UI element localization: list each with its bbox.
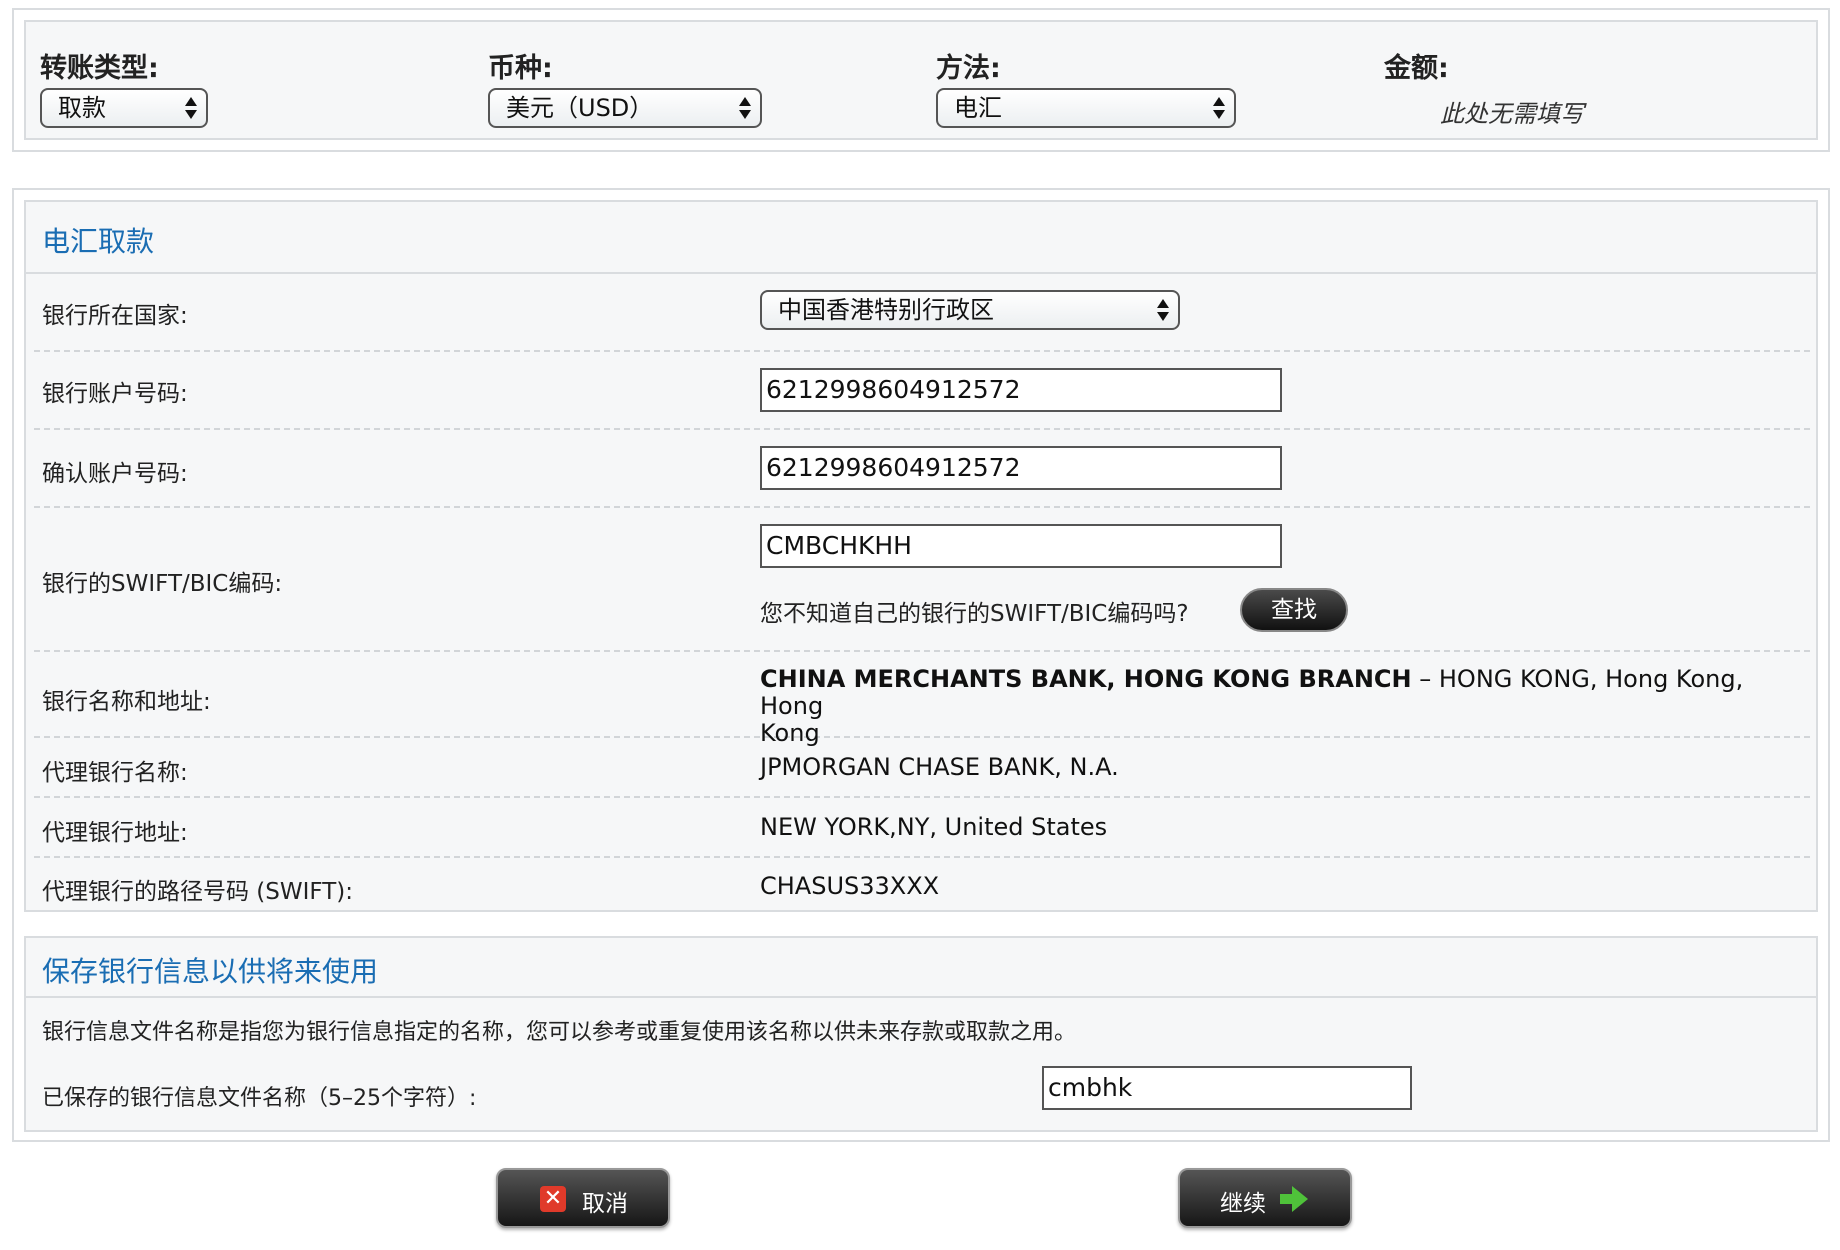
method-label: 方法: [936,53,1001,84]
cancel-button-label: 取消 [582,1191,628,1217]
currency-label: 币种: [488,53,553,84]
continue-button-label: 继续 [1220,1191,1266,1217]
currency-select[interactable]: 美元（USD） [488,88,762,128]
amount-label: 金额: [1384,53,1449,84]
intermediary-swift-label: 代理银行的路径号码 (SWIFT): [42,879,354,905]
bank-name-row: 银行名称和地址: CHINA MERCHANTS BANK, HONG KONG… [34,652,1810,747]
confirm-account-label: 确认账户号码: [42,461,188,487]
intermediary-swift-row: 代理银行的路径号码 (SWIFT): CHASUS33XXX [34,858,1810,912]
save-section-title: 保存银行信息以供将来使用 [42,955,379,988]
wire-section-title: 电汇取款 [42,225,155,258]
swift-code-input[interactable]: CMBCHKHH [760,524,1282,568]
save-description: 银行信息文件名称是指您为银行信息指定的名称，您可以参考或重复使用该名称以供未来存… [42,1020,1077,1045]
country-select[interactable]: 中国香港特别行政区 [760,290,1180,330]
intermediary-swift-value: CHASUS33XXX [760,872,940,900]
cancel-button[interactable]: ✕ 取消 [496,1168,670,1228]
amount-note: 此处无需填写 [1440,100,1584,128]
save-bank-info-section: 保存银行信息以供将来使用 银行信息文件名称是指您为银行信息指定的名称，您可以参考… [24,936,1818,1132]
bank-name: CHINA MERCHANTS BANK, HONG KONG BRANCH [760,665,1412,693]
confirm-account-row: 确认账户号码: 6212998604912572 [34,430,1810,508]
method-value: 电汇 [954,94,1002,122]
select-arrows-icon [1212,94,1226,122]
save-section-header: 保存银行信息以供将来使用 [26,938,1816,998]
select-arrows-icon [184,94,198,122]
wire-withdrawal-panel: 电汇取款 银行所在国家: 中国香港特别行政区 银行账户号码: 621299860… [12,188,1830,1142]
intermediary-name-value: JPMORGAN CHASE BANK, N.A. [760,753,1119,781]
swift-label: 银行的SWIFT/BIC编码: [42,571,283,597]
bank-name-value: CHINA MERCHANTS BANK, HONG KONG BRANCH –… [760,666,1800,747]
transfer-type-value: 取款 [58,94,106,122]
save-profile-name-input[interactable]: cmbhk [1042,1066,1412,1110]
country-value: 中国香港特别行政区 [778,296,994,324]
intermediary-address-label: 代理银行地址: [42,820,188,846]
country-row: 银行所在国家: 中国香港特别行政区 [34,274,1810,352]
select-arrows-icon [1156,296,1170,324]
transfer-filter-bar: 转账类型: 取款 币种: 美元（USD） 方法: 电汇 金额: 此处无需填写 [24,20,1818,140]
swift-row: 银行的SWIFT/BIC编码: CMBCHKHH 您不知道自己的银行的SWIFT… [34,508,1810,652]
confirm-account-input[interactable]: 6212998604912572 [760,446,1282,490]
country-label: 银行所在国家: [42,303,188,329]
save-profile-label: 已保存的银行信息文件名称（5–25个字符）: [42,1086,477,1111]
intermediary-name-label: 代理银行名称: [42,760,188,786]
bank-name-label: 银行名称和地址: [42,689,211,715]
continue-button[interactable]: 继续 [1178,1168,1352,1228]
method-select[interactable]: 电汇 [936,88,1236,128]
arrow-right-icon [1280,1186,1310,1212]
intermediary-name-row: 代理银行名称: JPMORGAN CHASE BANK, N.A. [34,738,1810,798]
intermediary-address-value: NEW YORK,NY, United States [760,813,1108,841]
currency-value: 美元（USD） [506,94,654,122]
account-number-input[interactable]: 6212998604912572 [760,368,1282,412]
transfer-type-select[interactable]: 取款 [40,88,208,128]
select-arrows-icon [738,94,752,122]
wire-withdrawal-section: 电汇取款 银行所在国家: 中国香港特别行政区 银行账户号码: 621299860… [24,200,1818,912]
transfer-filter-panel: 转账类型: 取款 币种: 美元（USD） 方法: 电汇 金额: 此处无需填写 [12,8,1830,152]
transfer-type-label: 转账类型: [40,53,159,84]
swift-lookup-button[interactable]: 查找 [1240,588,1348,632]
intermediary-address-row: 代理银行地址: NEW YORK,NY, United States [34,798,1810,858]
wire-section-header: 电汇取款 [26,202,1816,274]
account-label: 银行账户号码: [42,381,188,407]
account-row: 银行账户号码: 6212998604912572 [34,352,1810,430]
swift-lookup-hint: 您不知道自己的银行的SWIFT/BIC编码吗? [760,601,1189,627]
close-icon: ✕ [540,1186,566,1212]
